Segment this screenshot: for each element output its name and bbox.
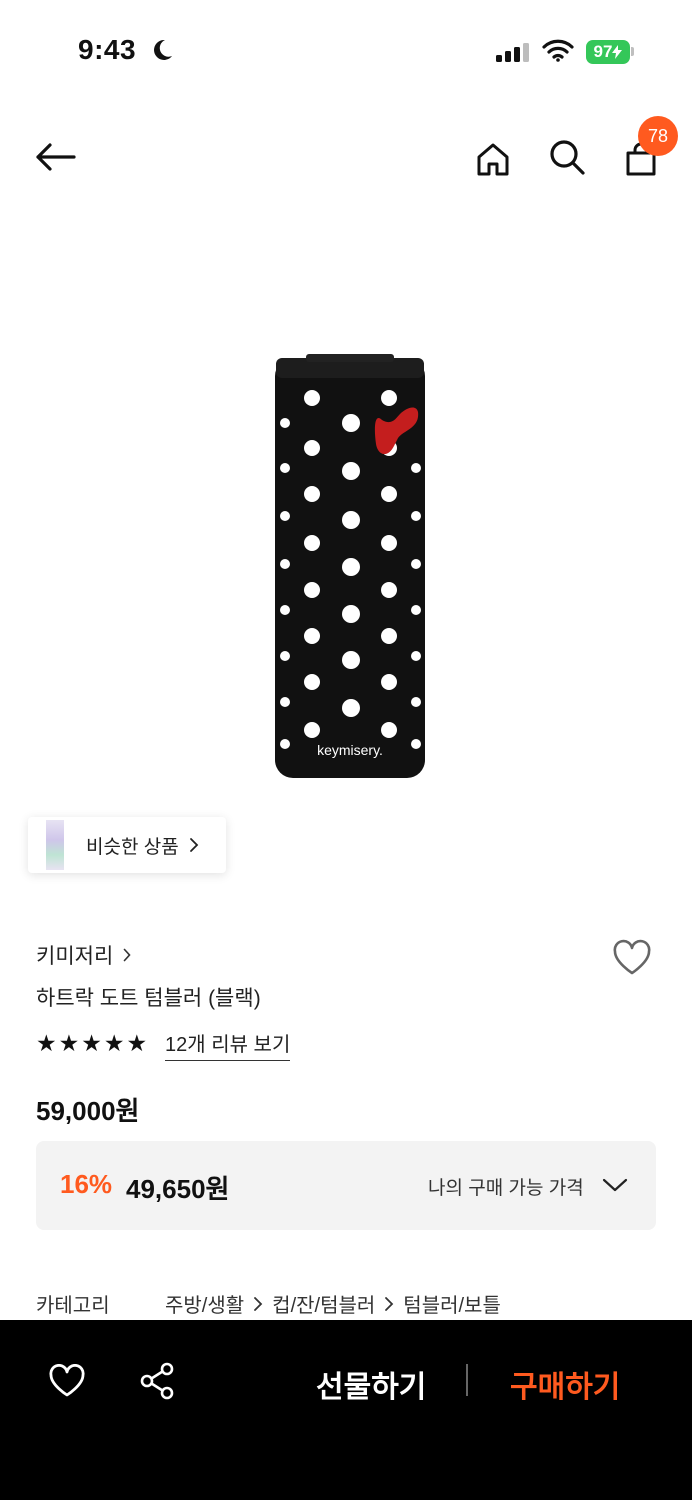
brand-name: 키미저리: [36, 945, 114, 968]
back-arrow-icon: [36, 143, 76, 171]
star-icon: ★: [58, 1030, 80, 1056]
chevron-down-icon: [602, 1178, 628, 1192]
reviews-link[interactable]: 12개 리뷰 보기: [165, 1028, 291, 1061]
share-button[interactable]: [134, 1358, 180, 1404]
status-time: 9:43: [78, 34, 137, 65]
category-label: 카테고리: [36, 1295, 110, 1317]
tumbler-lid-top: [306, 354, 394, 362]
home-icon: [477, 143, 509, 176]
similar-products-label: 비슷한 상품: [86, 836, 179, 858]
discount-rate: 16%: [60, 1169, 113, 1199]
battery-nub: [631, 47, 634, 56]
similar-products-button[interactable]: 비슷한 상품: [28, 817, 226, 873]
my-price-label: 나의 구매 가능 가격: [428, 1178, 584, 1199]
back-button[interactable]: [30, 134, 80, 180]
star-icon: ★: [103, 1030, 125, 1056]
my-price-panel[interactable]: 16% 49,650원 나의 구매 가능 가격: [36, 1141, 656, 1230]
cart-count-badge: 78: [638, 116, 678, 156]
similar-product-thumbnail: [46, 820, 64, 870]
battery-level: 97: [593, 42, 613, 61]
product-title: 하트락 도트 텀블러 (블랙): [36, 987, 261, 1010]
chevron-right-icon: [385, 1296, 394, 1311]
chevron-right-icon: [254, 1296, 263, 1311]
share-icon: [140, 1362, 174, 1400]
bottom-bar-divider: [466, 1364, 468, 1396]
product-image[interactable]: keymisery.: [270, 352, 430, 782]
bottom-wishlist-button[interactable]: [44, 1358, 90, 1404]
moon-icon: [154, 39, 172, 60]
original-price: 59,000원: [36, 1096, 140, 1126]
cellular-signal-icon: [496, 43, 529, 62]
chevron-right-icon: [189, 838, 198, 852]
category-link[interactable]: 컵/잔/텀블러: [272, 1289, 375, 1318]
gift-button[interactable]: 선물하기: [316, 1362, 426, 1406]
search-icon: [550, 140, 585, 175]
star-icon: ★: [36, 1030, 57, 1056]
category-link[interactable]: 텀블러/보틀: [403, 1289, 501, 1318]
charging-bolt-icon: [612, 45, 623, 59]
rating-stars: ★ ★ ★ ★ ★: [36, 1031, 147, 1055]
category-link[interactable]: 주방/생활: [165, 1289, 244, 1318]
heart-outline-icon: [613, 939, 651, 975]
tumbler-brand-print: keymisery.: [317, 742, 383, 758]
home-button[interactable]: [470, 136, 516, 182]
wifi-icon: [542, 39, 574, 62]
wishlist-button[interactable]: [608, 935, 656, 981]
heart-outline-icon: [49, 1364, 85, 1397]
chevron-right-icon: [123, 948, 131, 962]
star-icon: ★: [126, 1030, 148, 1056]
buy-button[interactable]: 구매하기: [510, 1362, 620, 1406]
search-button[interactable]: [544, 134, 590, 180]
category-breadcrumb: 주방/생활 컵/잔/텀블러 텀블러/보틀: [165, 1289, 501, 1318]
sale-price: 49,650원: [126, 1174, 230, 1204]
bottom-action-bar: [0, 1320, 692, 1500]
star-icon: ★: [81, 1030, 102, 1056]
battery-indicator: 97: [586, 40, 630, 64]
brand-link[interactable]: 키미저리: [36, 940, 131, 970]
